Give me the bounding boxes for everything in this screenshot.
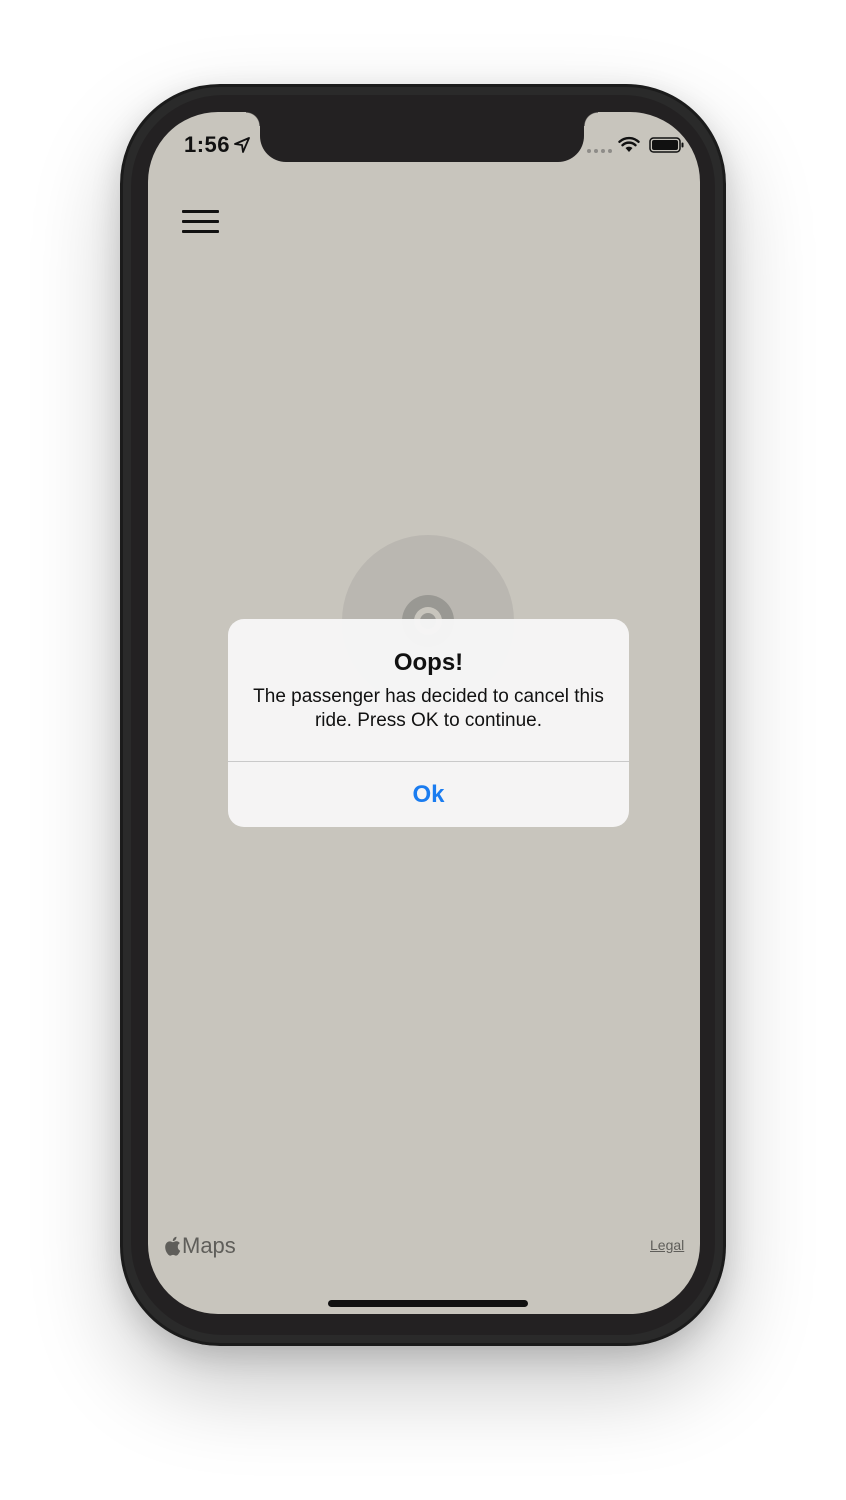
stage: 1:56 Oops! The passenger has decided to … [0,0,846,1500]
location-arrow-icon [234,137,250,153]
wifi-icon [618,136,640,152]
notch [246,112,598,162]
alert-title: Oops! [393,649,464,676]
ok-button[interactable]: Ok [228,762,629,827]
legal-link[interactable]: Legal [650,1237,684,1253]
maps-attribution: Maps [182,1233,236,1258]
home-indicator[interactable] [328,1300,528,1307]
battery-icon [649,137,684,153]
apple-logo-icon [165,1236,181,1256]
menu-bar-bottom [182,230,219,233]
phone-screen: 1:56 Oops! The passenger has decided to … [148,112,700,1314]
apple-maps-logo: Maps [164,1232,236,1260]
alert-message: The passenger has decided to cancel this… [253,686,604,731]
status-time: 1:56 [184,132,231,157]
hamburger-menu-icon[interactable] [182,208,220,236]
cancel-ride-alert: Oops! The passenger has decided to cance… [228,619,629,827]
menu-bar-top [182,210,219,213]
signal-dots-icon [587,149,612,153]
menu-bar-middle [182,220,219,223]
